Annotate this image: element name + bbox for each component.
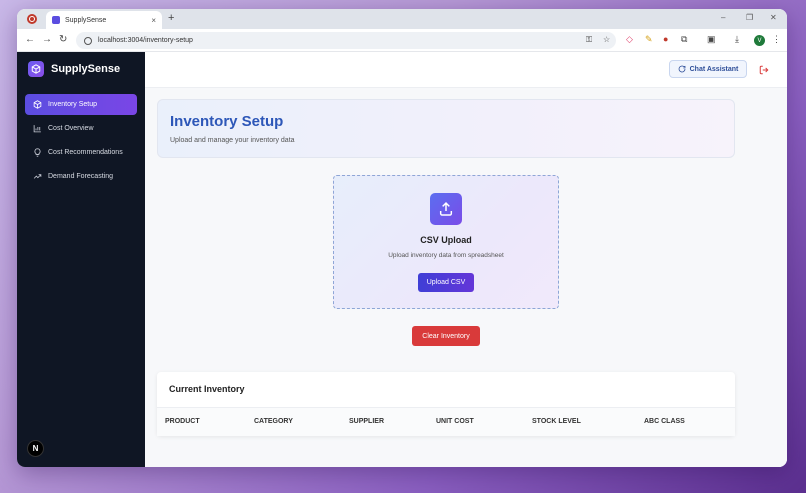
- browser-tab[interactable]: SupplySense ×: [46, 11, 162, 29]
- bar-chart-icon: [32, 124, 42, 134]
- inventory-title: Current Inventory: [169, 384, 245, 394]
- page-header-card: Inventory Setup Upload and manage your i…: [157, 99, 735, 158]
- upload-title: CSV Upload: [420, 235, 472, 245]
- sidebar: SupplySense Inventory Setup Cost Overvie…: [17, 52, 145, 467]
- chat-bubble-icon: [678, 60, 686, 78]
- tab-title: SupplySense: [65, 16, 107, 24]
- sidebar-item-label: Cost Overview: [48, 125, 94, 132]
- menu-kebab-icon[interactable]: ⋮: [772, 34, 781, 45]
- browser-window: SupplySense × + – ❐ ✕ ← → ↻ localhost:30…: [17, 9, 787, 467]
- back-icon[interactable]: ←: [25, 34, 35, 45]
- bookmark-star-icon[interactable]: ☆: [603, 35, 610, 44]
- minimize-icon[interactable]: –: [721, 13, 725, 22]
- next-dev-badge[interactable]: N: [27, 440, 44, 457]
- main-content: Chat Assistant Inventory Setup Upload an…: [145, 52, 787, 467]
- brand-name: SupplySense: [51, 63, 121, 75]
- current-inventory-card: Current Inventory PRODUCT CATEGORY SUPPL…: [157, 372, 735, 436]
- site-info-icon[interactable]: [84, 36, 92, 45]
- sidebar-item-inventory-setup[interactable]: Inventory Setup: [25, 94, 137, 115]
- address-bar-row: ← → ↻ localhost:3004/inventory-setup ⚿ ☆…: [17, 29, 787, 52]
- sidebar-item-label: Inventory Setup: [48, 101, 98, 108]
- column-header[interactable]: SUPPLIER: [349, 418, 384, 425]
- brand[interactable]: SupplySense: [28, 61, 120, 77]
- lightbulb-icon: [32, 148, 42, 158]
- extension-record-icon[interactable]: ●: [663, 34, 668, 44]
- extension-diamond-icon[interactable]: ◇: [626, 34, 633, 45]
- cube-icon: [32, 100, 42, 110]
- favicon-icon: [52, 16, 60, 24]
- tab-strip: SupplySense × + – ❐ ✕: [17, 9, 787, 29]
- chat-assistant-button[interactable]: Chat Assistant: [669, 60, 747, 78]
- chat-assistant-label: Chat Assistant: [689, 65, 739, 73]
- page-subtitle: Upload and manage your inventory data: [170, 137, 295, 144]
- upload-icon: [430, 193, 462, 225]
- sidebar-item-cost-recommendations[interactable]: Cost Recommendations: [25, 142, 137, 163]
- column-header[interactable]: CATEGORY: [254, 418, 293, 425]
- maximize-icon[interactable]: ❐: [746, 13, 753, 22]
- extensions-puzzle-icon[interactable]: ⧉: [681, 34, 687, 45]
- password-key-icon[interactable]: ⚿: [586, 35, 592, 45]
- column-header[interactable]: STOCK LEVEL: [532, 418, 581, 425]
- sidebar-item-label: Demand Forecasting: [48, 173, 113, 180]
- trend-up-icon: [32, 172, 42, 182]
- column-header[interactable]: UNIT COST: [436, 418, 474, 425]
- clear-inventory-button[interactable]: Clear Inventory: [412, 326, 480, 346]
- page-title: Inventory Setup: [170, 113, 284, 130]
- forward-icon[interactable]: →: [42, 34, 52, 45]
- record-icon[interactable]: [27, 14, 37, 24]
- sidebar-item-demand-forecasting[interactable]: Demand Forecasting: [25, 166, 137, 187]
- new-tab-button[interactable]: +: [168, 12, 174, 24]
- column-header[interactable]: ABC CLASS: [644, 418, 685, 425]
- app-shell: SupplySense Inventory Setup Cost Overvie…: [17, 52, 787, 467]
- url-field[interactable]: localhost:3004/inventory-setup ⚿ ☆: [76, 32, 616, 49]
- upload-csv-button[interactable]: Upload CSV: [418, 273, 474, 292]
- profile-avatar[interactable]: V: [754, 35, 765, 46]
- tab-close-icon[interactable]: ×: [151, 16, 156, 25]
- cube-logo-icon: [28, 61, 44, 77]
- column-header[interactable]: PRODUCT: [165, 418, 200, 425]
- extension-pen-icon[interactable]: ✎: [645, 34, 653, 45]
- sidebar-item-label: Cost Recommendations: [48, 149, 123, 156]
- logout-icon[interactable]: [759, 62, 769, 80]
- download-icon[interactable]: ⤓: [735, 34, 739, 45]
- url-text: localhost:3004/inventory-setup: [98, 37, 193, 44]
- sidebar-item-cost-overview[interactable]: Cost Overview: [25, 118, 137, 139]
- sidebar-nav: Inventory Setup Cost Overview Cost Recom…: [25, 94, 137, 190]
- window-close-icon[interactable]: ✕: [770, 13, 777, 22]
- topbar: Chat Assistant: [145, 52, 787, 88]
- csv-upload-dropzone[interactable]: CSV Upload Upload inventory data from sp…: [333, 175, 559, 309]
- reload-icon[interactable]: ↻: [59, 34, 67, 45]
- upload-subtitle: Upload inventory data from spreadsheet: [388, 252, 504, 259]
- inventory-table-header: PRODUCT CATEGORY SUPPLIER UNIT COST STOC…: [157, 407, 735, 436]
- side-panel-icon[interactable]: ▣: [707, 34, 716, 45]
